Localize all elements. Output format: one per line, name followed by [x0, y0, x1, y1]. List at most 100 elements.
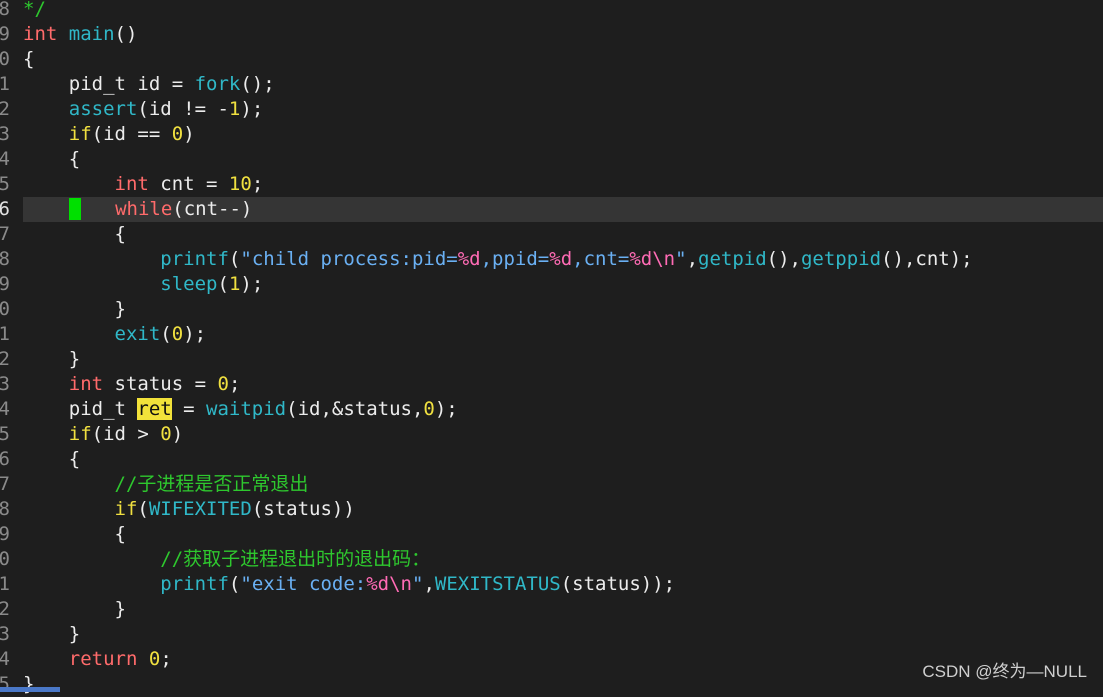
- code-token: if: [68, 123, 92, 145]
- code-token: ,: [423, 573, 435, 595]
- code-text[interactable]: if(id > 0): [23, 422, 1103, 447]
- code-line-current[interactable]: 6 while(cnt--): [0, 197, 1103, 222]
- code-text[interactable]: if(id == 0): [23, 122, 1103, 147]
- code-token: getppid: [800, 248, 882, 270]
- line-number: 8: [0, 248, 10, 270]
- code-line[interactable]: 6 {: [0, 447, 1103, 472]
- code-line[interactable]: 5 if(id > 0): [0, 422, 1103, 447]
- code-text[interactable]: printf("child process:pid=%d,ppid=%d,cnt…: [23, 247, 1103, 272]
- code-token: (): [114, 23, 138, 45]
- code-token: "child process:pid=: [240, 248, 458, 270]
- code-token: ": [411, 573, 424, 595]
- code-line[interactable]: 9 sleep(1);: [0, 272, 1103, 297]
- code-token: (id ==: [91, 123, 172, 145]
- code-text[interactable]: while(cnt--): [23, 197, 1103, 222]
- code-editor[interactable]: 8 */9 int main() 0{1 pid_t id = fork(); 2 as…: [0, 0, 1103, 697]
- code-text[interactable]: {: [23, 522, 1103, 547]
- code-token: (cnt--): [172, 198, 253, 220]
- code-token: );: [240, 273, 264, 295]
- code-text[interactable]: //获取子进程退出时的退出码：: [23, 547, 1103, 572]
- code-line[interactable]: 0{: [0, 47, 1103, 72]
- code-token: ();: [240, 73, 275, 95]
- code-token: }: [23, 598, 126, 620]
- line-number: 7: [0, 223, 10, 245]
- code-text[interactable]: assert(id != -1);: [23, 97, 1103, 122]
- code-token: ): [171, 423, 184, 445]
- code-text[interactable]: }: [23, 597, 1103, 622]
- line-number: 4: [0, 648, 10, 670]
- code-text[interactable]: printf("exit code:%d\n",WEXITSTATUS(stat…: [23, 572, 1103, 597]
- code-text[interactable]: sleep(1);: [23, 272, 1103, 297]
- code-line[interactable]: 3 if(id == 0): [0, 122, 1103, 147]
- code-text[interactable]: int status = 0;: [23, 372, 1103, 397]
- code-line[interactable]: 5 int cnt = 10;: [0, 172, 1103, 197]
- code-line[interactable]: 0 }: [0, 297, 1103, 322]
- code-line[interactable]: 3 }: [0, 622, 1103, 647]
- code-line[interactable]: 1 exit(0);: [0, 322, 1103, 347]
- code-line[interactable]: 8 if(WIFEXITED(status)): [0, 497, 1103, 522]
- code-text[interactable]: */: [23, 0, 1103, 22]
- code-line[interactable]: 2 }: [0, 597, 1103, 622]
- code-token: 0: [171, 123, 184, 145]
- code-token: (id != -: [137, 98, 229, 120]
- code-line[interactable]: 3 int status = 0;: [0, 372, 1103, 397]
- code-token: %d\n: [629, 248, 676, 270]
- code-text[interactable]: {: [23, 47, 1103, 72]
- code-line[interactable]: 0 //获取子进程退出时的退出码：: [0, 547, 1103, 572]
- code-text[interactable]: {: [23, 447, 1103, 472]
- code-text[interactable]: }: [23, 297, 1103, 322]
- code-line[interactable]: 4 pid_t ret = waitpid(id,&status,0);: [0, 397, 1103, 422]
- code-line[interactable]: 4 {: [0, 147, 1103, 172]
- code-text[interactable]: exit(0);: [23, 322, 1103, 347]
- code-token: ;: [160, 648, 172, 670]
- code-text[interactable]: if(WIFEXITED(status)): [23, 497, 1103, 522]
- code-line[interactable]: 7 //子进程是否正常退出: [0, 472, 1103, 497]
- code-line[interactable]: 2 assert(id != -1);: [0, 97, 1103, 122]
- code-line[interactable]: 7 {: [0, 222, 1103, 247]
- code-line[interactable]: 2 }: [0, 347, 1103, 372]
- code-text[interactable]: {: [23, 147, 1103, 172]
- code-token: sleep: [160, 273, 218, 295]
- code-token: 0: [217, 373, 229, 395]
- line-number: 6: [0, 448, 10, 470]
- code-text[interactable]: pid_t id = fork();: [23, 72, 1103, 97]
- code-token: pid_t id =: [23, 73, 195, 95]
- code-token: (status)): [251, 498, 355, 520]
- code-text[interactable]: {: [23, 222, 1103, 247]
- code-text[interactable]: }: [23, 622, 1103, 647]
- code-text[interactable]: int main(): [23, 22, 1103, 47]
- code-line[interactable]: 1 pid_t id = fork();: [0, 72, 1103, 97]
- code-token: (: [228, 573, 241, 595]
- code-token: ,cnt=: [572, 248, 630, 270]
- code-line[interactable]: 8 printf("child process:pid=%d,ppid=%d,c…: [0, 247, 1103, 272]
- code-text[interactable]: //子进程是否正常退出: [23, 472, 1103, 497]
- code-token: {: [23, 148, 81, 170]
- code-token: ;: [228, 373, 241, 395]
- code-token: while: [115, 198, 173, 220]
- code-text[interactable]: int cnt = 10;: [23, 172, 1103, 197]
- line-number: 9: [0, 23, 10, 45]
- line-number: 8: [0, 498, 10, 520]
- code-token: ): [183, 123, 195, 145]
- code-text[interactable]: }: [23, 347, 1103, 372]
- code-text[interactable]: pid_t ret = waitpid(id,&status,0);: [23, 397, 1103, 422]
- code-line[interactable]: 9 {: [0, 522, 1103, 547]
- code-line[interactable]: 9 int main(): [0, 22, 1103, 47]
- line-number: 5: [0, 173, 10, 195]
- code-line[interactable]: 1 printf("exit code:%d\n",WEXITSTATUS(st…: [0, 572, 1103, 597]
- code-token: int: [68, 373, 104, 395]
- code-token: );: [183, 323, 207, 345]
- code-token: fork: [194, 73, 241, 95]
- line-number: 3: [0, 123, 10, 145]
- line-number: 3: [0, 373, 10, 395]
- code-line[interactable]: 8 */: [0, 0, 1103, 22]
